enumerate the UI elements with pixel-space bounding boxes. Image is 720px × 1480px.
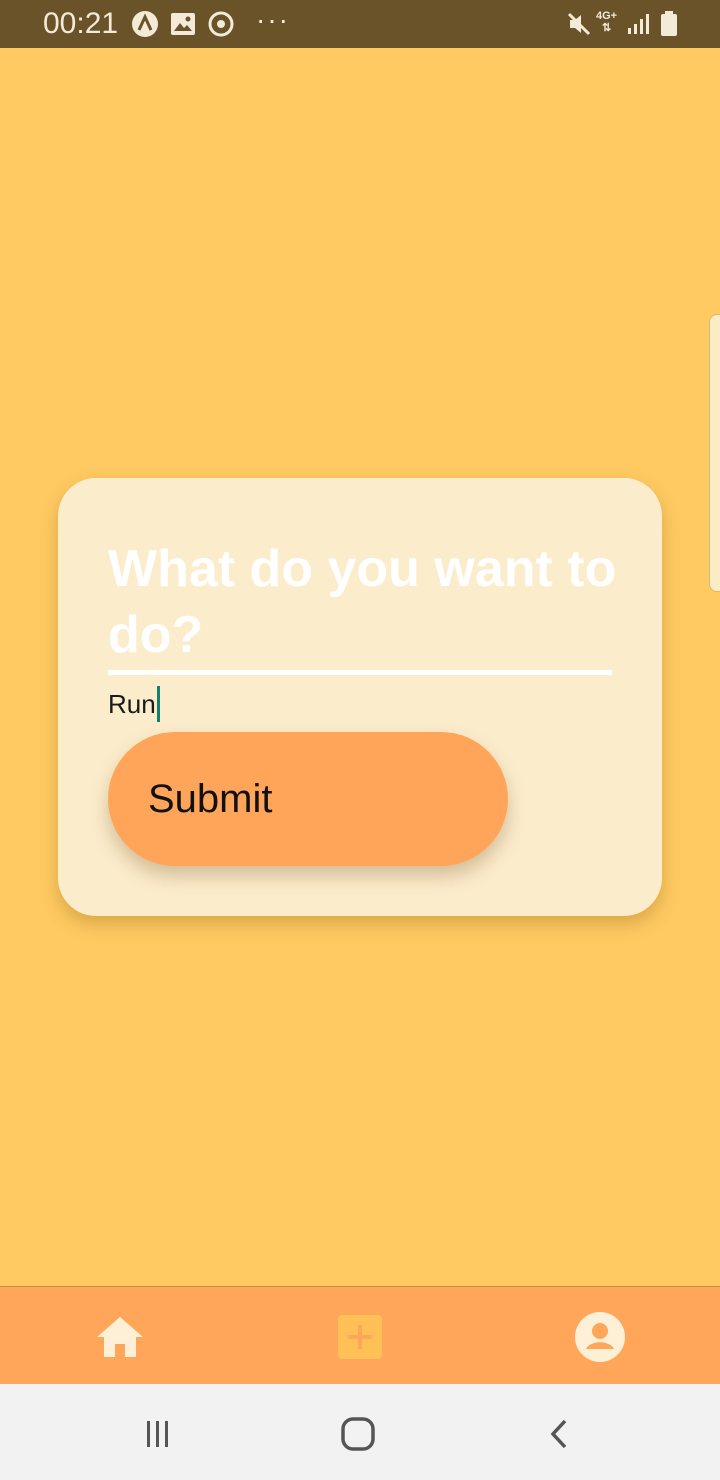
- edge-panel-handle[interactable]: [709, 314, 720, 592]
- data-arrows-icon: ⇅: [601, 22, 612, 34]
- text-caret: [156, 686, 160, 722]
- home-icon[interactable]: [92, 1309, 148, 1365]
- battery-icon: [654, 10, 684, 38]
- back-icon[interactable]: [538, 1412, 582, 1456]
- signal-icon: [624, 10, 654, 38]
- network-type-label: 4G+ ⇅: [596, 10, 618, 34]
- account-icon[interactable]: [572, 1309, 628, 1365]
- app-a-icon: [130, 10, 160, 38]
- recents-icon[interactable]: [135, 1412, 179, 1456]
- task-input-value: Run: [108, 689, 156, 719]
- sync-icon: [206, 10, 236, 38]
- task-card: What do you want to do? Run Submit: [58, 478, 662, 916]
- bottom-navigation: [0, 1286, 720, 1384]
- mute-icon: [564, 10, 594, 38]
- task-input[interactable]: Run: [108, 686, 160, 722]
- status-bar: 00:21 ··· 4G+ ⇅: [0, 0, 720, 48]
- image-icon: [168, 10, 198, 38]
- add-icon[interactable]: [332, 1309, 388, 1365]
- submit-button[interactable]: Submit: [108, 732, 508, 866]
- more-notifications-icon: ···: [256, 4, 290, 35]
- card-title: What do you want to do?: [108, 540, 617, 664]
- home-circle-icon[interactable]: [336, 1412, 380, 1456]
- system-navigation-bar: [0, 1384, 720, 1480]
- title-underline: [108, 670, 612, 675]
- status-time: 00:21: [43, 7, 119, 40]
